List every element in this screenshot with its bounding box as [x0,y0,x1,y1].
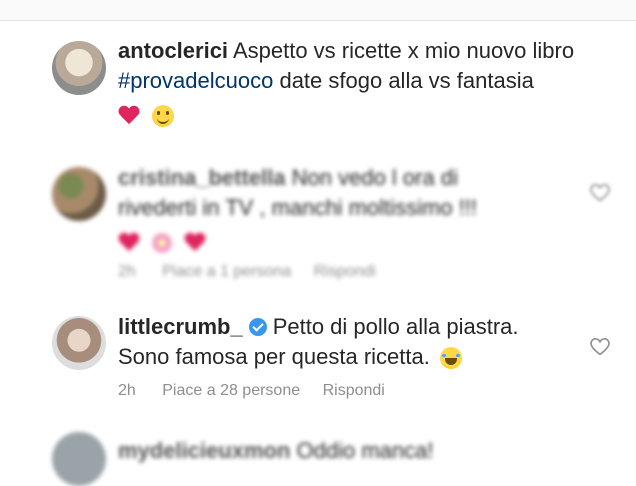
comment-text: Aspetto vs ricette x mio nuovo libro [232,38,575,63]
username-cristina-bettella[interactable]: cristina_bettella [118,165,286,190]
comment-text-rest: date sfogo alla vs fantasia [273,68,534,93]
comment-time: 2h [118,382,136,399]
heart-emoji [118,233,140,253]
likes-link[interactable]: Piace a 1 persona [162,263,291,280]
verified-badge-icon [248,318,267,336]
comment-cristina-bettella: cristina_bettella Non vedo l ora di rive… [118,163,477,281]
comment-line-2: #provadelcuoco date sfogo alla vs fantas… [118,66,574,96]
emoji-line [118,100,574,130]
comment-line-1: antoclerici Aspetto vs ricette x mio nuo… [118,36,574,66]
comment-meta: 2h Piace a 28 persone Rispondi [118,382,519,400]
hashtag-link[interactable]: #provadelcuoco [118,68,273,93]
laughing-emoji [439,347,462,370]
smile-emoji [152,105,175,128]
comment-text: Oddio manca! [296,438,434,463]
comment-line-2: Sono famosa per questa ricetta. [118,342,519,372]
comment-littlecrumb: littlecrumb_ Petto di pollo alla piastra.… [118,312,519,400]
comment-next: mydelicieuxmon Oddio manca! [118,436,433,466]
emoji-line [118,227,477,257]
comment-text: Non vedo l ora di [291,165,458,190]
avatar-littlecrumb[interactable] [52,316,106,370]
flower-emoji [152,233,173,254]
comment-time: 2h [118,263,136,280]
username-littlecrumb[interactable]: littlecrumb_ [118,314,243,339]
username-next[interactable]: mydelicieuxmon [118,438,290,463]
comment-text: rivederti in TV , manchi moltissimo !!! [118,195,478,220]
reply-button[interactable]: Rispondi [323,382,385,399]
avatar-cristina-bettella[interactable] [52,167,106,221]
heart-outline-icon[interactable] [590,338,610,356]
likes-link[interactable]: Piace a 28 persone [162,382,300,399]
heart-emoji [184,233,206,253]
heart-outline-icon[interactable] [590,184,610,202]
comment-line-1: mydelicieuxmon Oddio manca! [118,436,433,466]
username-antoclerici[interactable]: antoclerici [118,38,228,63]
comment-antoclerici: antoclerici Aspetto vs ricette x mio nuo… [118,36,574,130]
comment-line-1: cristina_bettella Non vedo l ora di [118,163,477,193]
comment-line-1: littlecrumb_ Petto di pollo alla piastra. [118,312,519,342]
comment-meta: 2h Piace a 1 persona Rispondi [118,263,477,281]
heart-emoji [118,106,140,126]
top-bar [0,0,636,21]
comment-text: Sono famosa per questa ricetta. [118,344,430,369]
reply-button[interactable]: Rispondi [314,263,376,280]
avatar-next-user[interactable] [52,432,106,486]
avatar-antoclerici[interactable] [52,41,106,95]
comment-text: Petto di pollo alla piastra. [272,314,519,339]
comment-line-2: rivederti in TV , manchi moltissimo !!! [118,193,477,223]
